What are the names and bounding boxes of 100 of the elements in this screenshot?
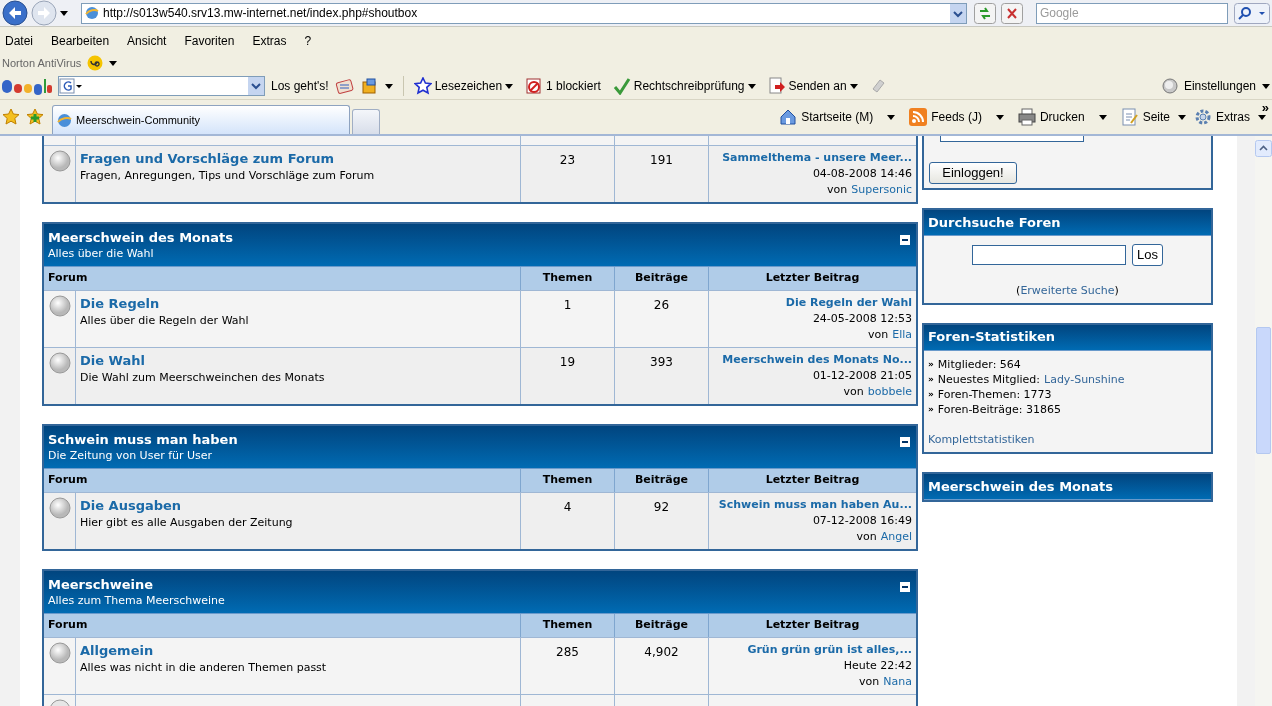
gear-icon[interactable] (1194, 108, 1212, 126)
paren-text: ) (1114, 283, 1119, 299)
caret-icon[interactable] (849, 83, 858, 89)
search-field[interactable] (58, 76, 265, 96)
caret-icon[interactable] (60, 10, 68, 16)
caret-icon[interactable] (1098, 114, 1107, 120)
go-button[interactable]: Los geht's! (271, 77, 329, 95)
caret-icon[interactable] (747, 83, 756, 89)
menu-item[interactable]: ? (304, 32, 312, 50)
blocked-icon[interactable] (525, 77, 544, 95)
toolbar-button[interactable]: 1 blockiert (546, 77, 601, 95)
menu-item[interactable]: Datei (5, 32, 33, 50)
post-date: 04-08-2008 14:46 (812, 166, 912, 182)
forum-link[interactable]: Die Wahl (80, 353, 145, 369)
column-header[interactable]: Letzter Beitrag (709, 614, 916, 637)
toolbar-button[interactable]: Rechtschreibprüfung (633, 77, 745, 95)
favorites-icon[interactable] (2, 108, 20, 126)
search-icon[interactable] (1234, 2, 1270, 24)
caret-icon[interactable] (384, 83, 393, 89)
stat-text: Neuestes Mitglied: (937, 371, 1040, 387)
status-icon (48, 642, 71, 664)
collapse-icon[interactable] (900, 437, 910, 447)
toolbar-button[interactable]: Seite (1142, 108, 1170, 126)
overflow-chevron[interactable]: » (1261, 98, 1269, 118)
user-link[interactable]: Angel (880, 529, 912, 545)
statistics-link[interactable]: Komplettstatistiken (924, 431, 1211, 448)
browser-tab[interactable]: Meerschwein-Community (52, 105, 350, 134)
last-post-link[interactable]: Sammelthema - unsere Meer... (722, 150, 912, 166)
search-button[interactable]: Los (1132, 244, 1163, 266)
back-icon[interactable] (2, 0, 28, 26)
last-post-link[interactable]: Grün grün grün ist alles,... (747, 642, 912, 658)
menu-item[interactable]: Favoriten (184, 32, 235, 50)
caret-icon[interactable] (1178, 114, 1186, 120)
caret-icon[interactable] (1262, 83, 1270, 89)
topic-count: 23 (559, 152, 576, 169)
caret-icon[interactable] (505, 83, 514, 89)
search-field[interactable]: Google (1035, 2, 1228, 24)
forum-link[interactable]: Allgemein (80, 643, 154, 659)
check-icon[interactable] (612, 77, 631, 95)
user-link[interactable]: Nana (883, 674, 912, 690)
last-post-link[interactable]: Meerschwein des Monats No... (722, 352, 912, 368)
scroll-up-icon[interactable] (1255, 140, 1272, 157)
input-field[interactable] (940, 136, 1084, 142)
by-label: von (827, 182, 848, 198)
last-post-link[interactable]: Schwein muss man haben Au... (718, 497, 912, 513)
shield-icon[interactable] (87, 55, 104, 71)
address-field[interactable]: http://s013w540.srv13.mw-internet.net/index.php#shoutbox (81, 2, 967, 24)
menu-item[interactable]: Ansicht (127, 32, 167, 50)
forum-link[interactable]: Die Ausgaben (80, 498, 182, 514)
star-icon[interactable] (413, 77, 432, 95)
column-header[interactable]: Letzter Beitrag (709, 267, 916, 290)
status-icon (48, 352, 71, 374)
scroll-thumb[interactable] (1256, 327, 1271, 454)
rss-icon[interactable] (909, 108, 928, 126)
post-count: 26 (653, 297, 670, 314)
menu-item[interactable]: Extras (252, 32, 287, 50)
user-link[interactable]: Ella (892, 327, 912, 343)
forum-link[interactable]: Fragen und Vorschläge zum Forum (80, 151, 335, 167)
settings-icon[interactable] (1161, 78, 1178, 94)
collapse-icon[interactable] (900, 235, 910, 245)
post-count: 191 (650, 152, 673, 169)
toolbar-button[interactable]: Startseite (M) (801, 108, 874, 126)
caret-icon[interactable] (1258, 114, 1266, 120)
menu-item[interactable]: Bearbeiten (51, 32, 110, 50)
advanced-search-link[interactable]: Erweiterte Suche (1020, 283, 1115, 300)
member-link[interactable]: Lady-Sunshine (1044, 371, 1125, 387)
toolbar-button[interactable]: Lesezeichen (434, 77, 503, 95)
panel-title: Meerschwein des Monats (928, 477, 1113, 496)
column-header[interactable]: Letzter Beitrag (709, 469, 916, 492)
post-date: 24-05-2008 12:53 (812, 311, 912, 327)
status-icon (48, 150, 71, 172)
login-button[interactable]: Einloggen! (929, 162, 1017, 184)
home-icon[interactable] (779, 108, 798, 126)
toolbar-button[interactable]: Extras (1216, 108, 1250, 126)
user-link[interactable]: bobbele (867, 384, 912, 400)
send-icon[interactable] (767, 77, 786, 95)
refresh-icon[interactable] (973, 2, 996, 24)
add-favorite-icon[interactable] (26, 108, 44, 126)
user-link[interactable]: Supersonic (851, 182, 912, 198)
panel-title: Durchsuche Foren (928, 213, 1061, 232)
caret-icon[interactable] (887, 114, 896, 120)
stop-icon[interactable] (1000, 2, 1023, 24)
search-field[interactable] (972, 245, 1126, 265)
collapse-icon[interactable] (900, 582, 910, 592)
toolbar-button[interactable]: Feeds (J) (931, 108, 982, 126)
stat-text: Foren-Themen: 1773 (937, 386, 1052, 402)
printer-icon[interactable] (1017, 108, 1036, 126)
forum-description: Fragen, Anregungen, Tips und Vorschläge zum Forum (80, 168, 375, 184)
forum-link[interactable]: Die Regeln (80, 296, 160, 312)
caret-icon[interactable] (995, 114, 1004, 120)
dropdown-icon[interactable] (248, 77, 264, 95)
dropdown-icon[interactable] (949, 3, 966, 23)
last-post-link[interactable]: Die Regeln der Wahl (785, 295, 912, 311)
toolbar-button[interactable]: Einstellungen (1183, 77, 1256, 95)
puzzle-icon[interactable] (360, 77, 379, 95)
caret-icon[interactable] (109, 60, 118, 66)
topic-count: 285 (556, 644, 579, 661)
toolbar-button[interactable]: Senden an (788, 77, 847, 95)
toolbar-button[interactable]: Drucken (1039, 108, 1085, 126)
toolbar-label: Norton AntiVirus (2, 55, 82, 71)
